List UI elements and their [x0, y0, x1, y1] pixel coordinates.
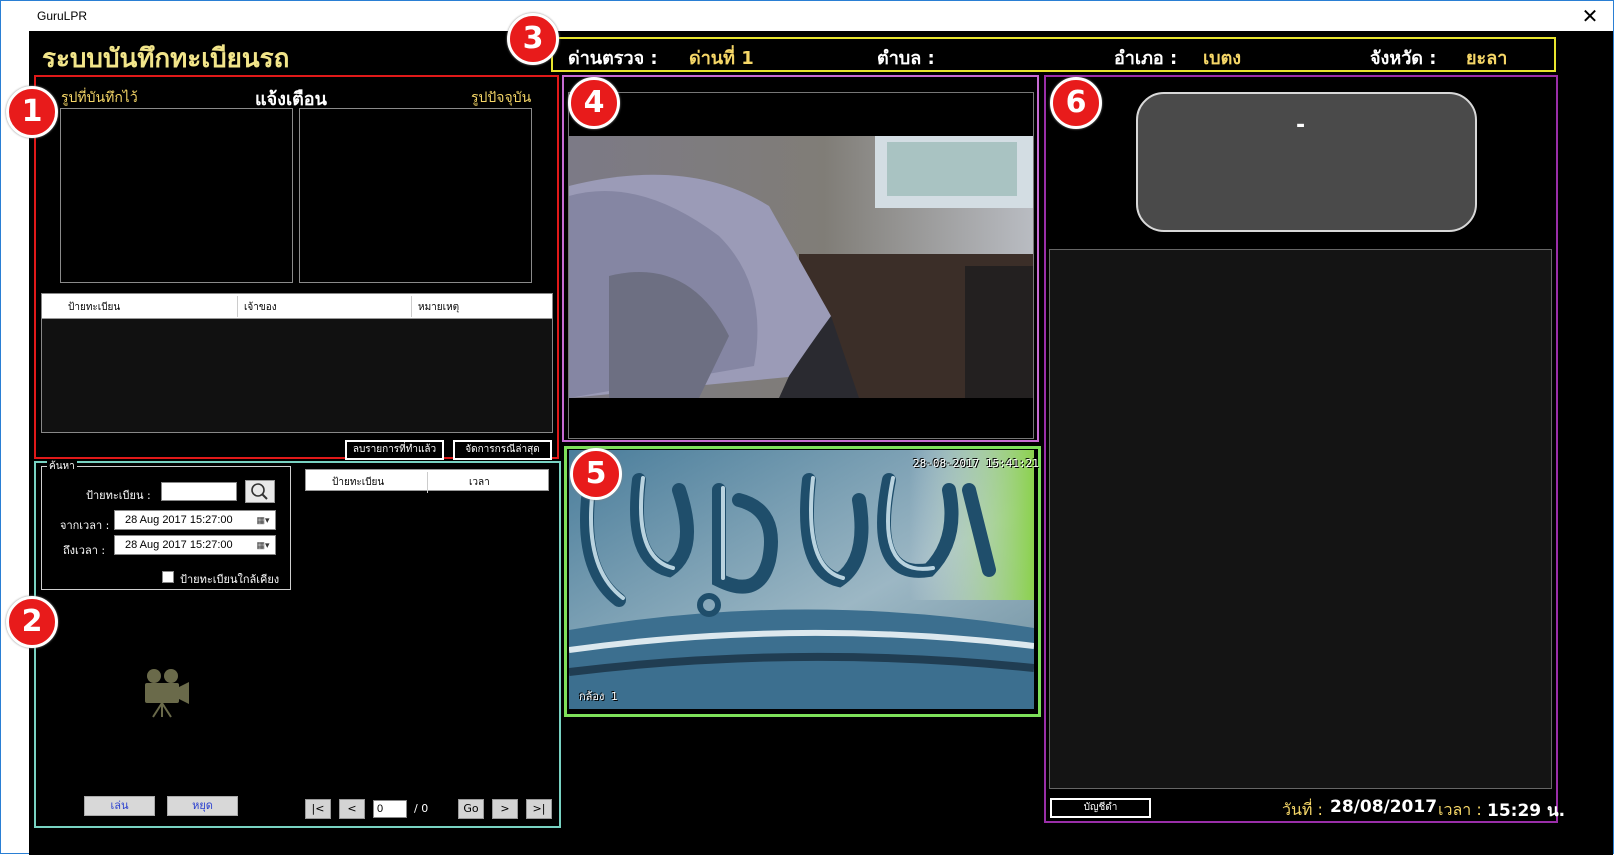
date-value: 28/08/2017 — [1330, 797, 1438, 817]
prev-page-button[interactable]: < — [339, 799, 365, 819]
callout-2: 2 — [6, 596, 58, 648]
date-label: วันที่ : — [1282, 800, 1323, 819]
column-header-note[interactable]: หมายเหตุ — [418, 300, 459, 315]
app-window: GuruLPR ✕ ระบบบันทึกทะเบียนรถ ด่านตรวจ :… — [0, 0, 1614, 855]
plate-search-label: ป้ายทะเบียน : — [86, 489, 151, 502]
result-column-time[interactable]: เวลา — [469, 475, 490, 490]
close-icon[interactable]: ✕ — [1573, 4, 1607, 28]
province-value: ยะลา — [1466, 48, 1508, 69]
title-bar: GuruLPR ✕ — [1, 1, 1613, 31]
go-button[interactable]: Go — [458, 799, 484, 819]
window-title: GuruLPR — [37, 9, 88, 23]
district-value: เบตง — [1203, 48, 1242, 69]
calendar-icon[interactable]: ▦▾ — [253, 513, 273, 527]
plate-search-input[interactable] — [161, 482, 237, 501]
blacklist-button[interactable]: บัญชีดำ — [1050, 798, 1151, 818]
from-time-picker[interactable]: 28 Aug 2017 15:27:00 ▦▾ — [114, 510, 276, 530]
similar-plate-checkbox[interactable] — [162, 571, 174, 583]
to-time-picker[interactable]: 28 Aug 2017 15:27:00 ▦▾ — [114, 535, 276, 555]
from-time-value: 28 Aug 2017 15:27:00 — [125, 514, 233, 526]
column-header-plate[interactable]: ป้ายทะเบียน — [68, 300, 120, 315]
time-label: เวลา : — [1438, 800, 1482, 819]
plate-camera-frame — [569, 450, 1034, 709]
plate-camera-image — [569, 450, 1034, 709]
search-results-header: ป้ายทะเบียน เวลา — [305, 469, 549, 493]
plate-detail-area — [1049, 249, 1552, 789]
page-number-input[interactable] — [373, 800, 407, 818]
camera-timestamp: 28-08-2017 15:41:21 — [913, 457, 1039, 470]
time-value: 15:29 น. — [1487, 801, 1566, 821]
next-page-button[interactable]: > — [492, 799, 518, 819]
callout-5: 5 — [570, 448, 622, 500]
camera-name: กล้อง 1 — [579, 690, 618, 703]
checkpoint-value: ด่านที่ 1 — [689, 48, 754, 69]
app-title: ระบบบันทึกทะเบียนรถ — [42, 44, 290, 74]
page-total: / 0 — [414, 802, 429, 815]
search-icon — [251, 483, 268, 500]
delete-done-button[interactable]: ลบรายการที่ทำแล้ว — [345, 440, 444, 460]
play-button[interactable]: เล่น — [84, 796, 155, 816]
similar-plate-label: ป้ายทะเบียนใกล้เคียง — [180, 573, 280, 586]
plate-display — [1136, 92, 1477, 232]
callout-4: 4 — [568, 77, 620, 129]
to-time-label: ถึงเวลา : — [63, 544, 106, 557]
province-label: จังหวัด : — [1370, 48, 1437, 69]
manage-latest-button[interactable]: จัดการกรณีล่าสุด — [453, 440, 552, 460]
first-page-button[interactable]: |< — [305, 799, 331, 819]
last-page-button[interactable]: >| — [526, 799, 552, 819]
video-camera-icon — [145, 669, 189, 718]
alert-table-header: ป้ายทะเบียน เจ้าของ หมายเหตุ — [42, 294, 552, 319]
callout-3: 3 — [507, 13, 559, 65]
alert-table: ป้ายทะเบียน เจ้าของ หมายเหตุ — [41, 293, 553, 433]
callout-6: 6 — [1050, 77, 1102, 129]
from-time-label: จากเวลา : — [60, 519, 110, 532]
column-header-owner[interactable]: เจ้าของ — [244, 300, 277, 315]
current-image-label: รูปปัจจุบัน — [471, 90, 532, 106]
live-video-frame — [568, 92, 1034, 439]
calendar-icon[interactable]: ▦▾ — [253, 538, 273, 552]
plate-text: - — [1296, 113, 1306, 138]
search-button[interactable] — [245, 480, 275, 503]
live-video-image — [569, 136, 1033, 398]
checkpoint-label: ด่านตรวจ : — [568, 48, 658, 69]
saved-image — [60, 108, 293, 283]
to-time-value: 28 Aug 2017 15:27:00 — [125, 539, 233, 551]
subdistrict-label: ตำบล : — [877, 48, 935, 69]
district-label: อำเภอ : — [1114, 48, 1178, 69]
current-image — [299, 108, 532, 283]
stop-button[interactable]: หยุด — [167, 796, 238, 816]
callout-1: 1 — [6, 86, 58, 138]
result-column-plate[interactable]: ป้ายทะเบียน — [332, 475, 384, 490]
saved-image-label: รูปที่บันทึกไว้ — [61, 90, 138, 106]
search-group-title: ค้นหา — [47, 459, 77, 474]
